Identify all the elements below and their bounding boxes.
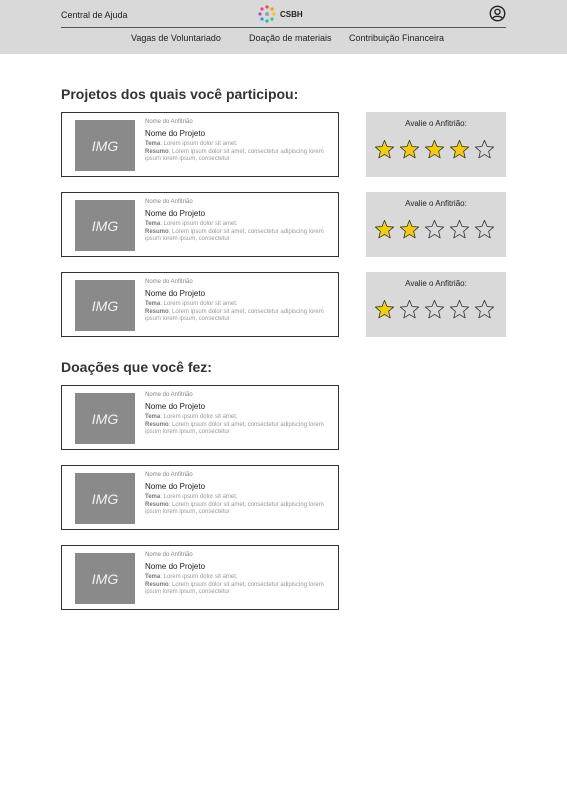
project-image: IMG xyxy=(75,473,135,524)
host-name: Nome do Anfitrião xyxy=(145,392,193,398)
header-divider xyxy=(61,27,506,28)
project-card[interactable]: IMG Nome do Anfitrião Nome do Projeto Te… xyxy=(61,272,339,337)
project-description: Tema: Lorem ipsum dolor sit amet. Resumo… xyxy=(145,301,324,322)
star-empty-icon[interactable] xyxy=(399,299,420,320)
star-filled-icon[interactable] xyxy=(424,139,445,160)
project-name: Nome do Projeto xyxy=(145,482,206,491)
rating-label: Avalie o Anfitrião: xyxy=(405,199,467,208)
project-description: Tema: Lorem ipsum dolor sit amet. Resumo… xyxy=(145,414,324,435)
project-image: IMG xyxy=(75,280,135,331)
logo-icon xyxy=(258,5,276,23)
project-description: Tema: Lorem ipsum dolor sit amet. Resumo… xyxy=(145,574,324,595)
help-center-link[interactable]: Central de Ajuda xyxy=(61,10,128,20)
rating-label: Avalie o Anfitrião: xyxy=(405,279,467,288)
host-rating-panel: Avalie o Anfitrião: xyxy=(366,192,506,257)
nav-material-donation[interactable]: Doação de materiais xyxy=(249,33,332,43)
star-rating[interactable] xyxy=(374,219,495,240)
project-name: Nome do Projeto xyxy=(145,402,206,411)
donations-section-title: Doações que você fez: xyxy=(61,359,212,375)
project-image: IMG xyxy=(75,393,135,444)
star-empty-icon[interactable] xyxy=(474,139,495,160)
rating-label: Avalie o Anfitrião: xyxy=(405,119,467,128)
star-empty-icon[interactable] xyxy=(424,219,445,240)
project-name: Nome do Projeto xyxy=(145,289,206,298)
project-name: Nome do Projeto xyxy=(145,209,206,218)
star-empty-icon[interactable] xyxy=(449,299,470,320)
star-filled-icon[interactable] xyxy=(449,139,470,160)
star-filled-icon[interactable] xyxy=(399,139,420,160)
logo[interactable]: CSBH xyxy=(257,4,303,24)
star-filled-icon[interactable] xyxy=(374,219,395,240)
star-rating[interactable] xyxy=(374,299,495,320)
project-description: Tema: Lorem ipsum dolor sit amet. Resumo… xyxy=(145,494,324,515)
user-account-icon[interactable] xyxy=(489,5,506,22)
logo-text: CSBH xyxy=(280,9,303,19)
project-image: IMG xyxy=(75,120,135,171)
nav-volunteering[interactable]: Vagas de Voluntariado xyxy=(131,33,221,43)
top-header: Central de Ajuda CSBH Vagas de Voluntari… xyxy=(0,0,567,54)
donation-card[interactable]: IMG Nome do Anfitrião Nome do Projeto Te… xyxy=(61,545,339,610)
project-description: Tema: Lorem ipsum dolor sit amet. Resumo… xyxy=(145,141,324,162)
star-empty-icon[interactable] xyxy=(449,219,470,240)
nav-financial-contribution[interactable]: Contribuição Financeira xyxy=(349,33,444,43)
star-rating[interactable] xyxy=(374,139,495,160)
host-name: Nome do Anfitrião xyxy=(145,199,193,205)
project-card[interactable]: IMG Nome do Anfitrião Nome do Projeto Te… xyxy=(61,112,339,177)
projects-section-title: Projetos dos quais você participou: xyxy=(61,86,299,102)
donation-card[interactable]: IMG Nome do Anfitrião Nome do Projeto Te… xyxy=(61,385,339,450)
star-filled-icon[interactable] xyxy=(374,139,395,160)
project-image: IMG xyxy=(75,200,135,251)
host-rating-panel: Avalie o Anfitrião: xyxy=(366,272,506,337)
star-empty-icon[interactable] xyxy=(424,299,445,320)
project-name: Nome do Projeto xyxy=(145,129,206,138)
star-filled-icon[interactable] xyxy=(374,299,395,320)
project-card[interactable]: IMG Nome do Anfitrião Nome do Projeto Te… xyxy=(61,192,339,257)
star-empty-icon[interactable] xyxy=(474,299,495,320)
project-image: IMG xyxy=(75,553,135,604)
project-name: Nome do Projeto xyxy=(145,562,206,571)
star-filled-icon[interactable] xyxy=(399,219,420,240)
project-description: Tema: Lorem ipsum dolor sit amet. Resumo… xyxy=(145,221,324,242)
host-name: Nome do Anfitrião xyxy=(145,279,193,285)
host-name: Nome do Anfitrião xyxy=(145,472,193,478)
host-name: Nome do Anfitrião xyxy=(145,119,193,125)
host-rating-panel: Avalie o Anfitrião: xyxy=(366,112,506,177)
star-empty-icon[interactable] xyxy=(474,219,495,240)
donation-card[interactable]: IMG Nome do Anfitrião Nome do Projeto Te… xyxy=(61,465,339,530)
host-name: Nome do Anfitrião xyxy=(145,552,193,558)
